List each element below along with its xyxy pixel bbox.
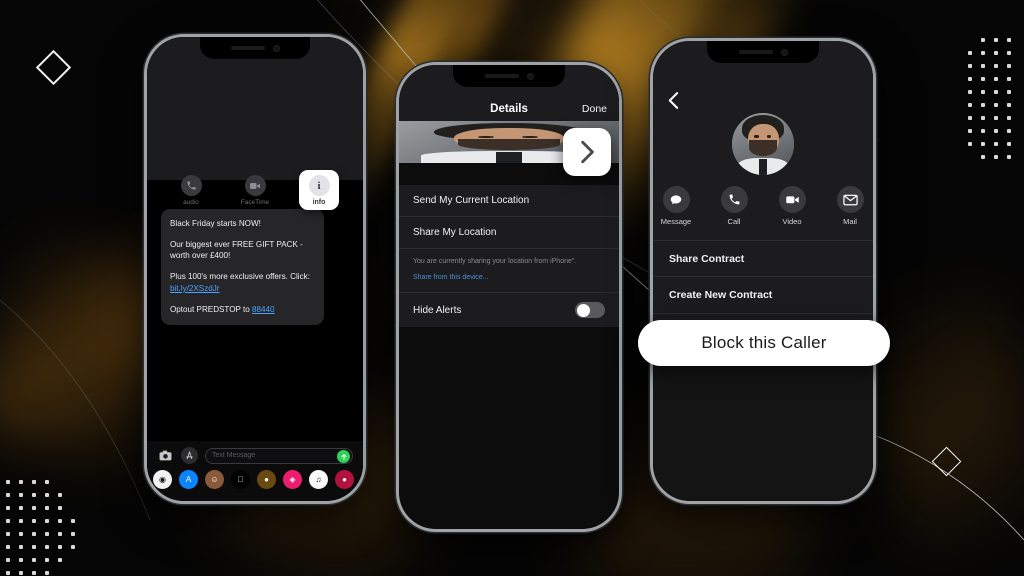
message-link[interactable]: bit.ly/2XSzdJr xyxy=(170,284,219,293)
app-store-app-icon[interactable]: A xyxy=(179,470,198,489)
share-contract-row[interactable]: Share Contract xyxy=(653,240,873,277)
phone-contact-card: Message Call Video Mail Share Contract C… xyxy=(650,38,876,504)
message-line-2: Our biggest ever FREE GIFT PACK - worth … xyxy=(170,239,303,261)
info-icon: i xyxy=(308,175,330,196)
camera-icon[interactable] xyxy=(157,447,174,464)
front-camera-icon xyxy=(780,48,788,56)
location-note: You are currently sharing your location … xyxy=(399,249,619,293)
video-icon xyxy=(244,175,266,196)
phone-icon xyxy=(180,175,202,196)
avatar xyxy=(399,121,619,163)
done-button[interactable]: Done xyxy=(582,103,607,115)
apple-pay-app-icon[interactable]:  xyxy=(231,470,250,489)
video-action-button[interactable]: Video xyxy=(771,186,814,226)
message-bubble[interactable]: Black Friday starts NOW! Our biggest eve… xyxy=(161,209,324,326)
imessage-app-drawer[interactable]: ◉ A ☺  ● ◈ ♫ ● xyxy=(153,470,363,489)
details-chevron-highlight[interactable] xyxy=(563,128,611,176)
memoji-app-icon[interactable]: ☺ xyxy=(205,470,224,489)
block-this-caller-label: Block this Caller xyxy=(701,333,827,352)
fitness-app-icon[interactable]: ● xyxy=(257,470,276,489)
share-my-location-row[interactable]: Share My Location xyxy=(399,217,619,249)
avatar[interactable] xyxy=(732,113,794,175)
contact-card-footer xyxy=(653,351,873,501)
video-glyph xyxy=(250,182,260,189)
chevron-right-icon xyxy=(581,140,594,164)
audio-call-button[interactable]: audio xyxy=(171,175,211,210)
phone1-composer-area: Text Message ◉ A ☺  ● ◈ ♫ ● xyxy=(147,441,363,501)
back-button[interactable] xyxy=(667,91,679,110)
video-camera-icon xyxy=(778,186,806,213)
message-line-4-text: Optout PREDSTOP to xyxy=(170,304,253,314)
mail-action-button[interactable]: Mail xyxy=(829,186,872,226)
call-action-label: Call xyxy=(727,217,741,226)
details-title: Details xyxy=(490,103,528,115)
send-current-location-row[interactable]: Send My Current Location xyxy=(399,185,619,217)
phone1-screen: Ethan Michael audio xyxy=(147,37,363,501)
info-label: info xyxy=(312,199,326,206)
phone-messages: Ethan Michael audio xyxy=(144,34,366,504)
composer-row: Text Message xyxy=(157,447,353,464)
location-note-text: You are currently sharing your location … xyxy=(413,258,577,265)
message-bubble-icon xyxy=(662,186,690,213)
message-line-1: Black Friday starts NOW! xyxy=(170,219,261,228)
video-camera-glyph xyxy=(785,196,799,204)
front-camera-icon xyxy=(526,72,534,80)
phone2-notch xyxy=(453,65,565,87)
speaker-grille xyxy=(484,74,519,78)
phone3-screen: Message Call Video Mail Share Contract C… xyxy=(653,41,873,501)
hide-alerts-toggle[interactable] xyxy=(575,302,605,318)
message-line-4: Optout PREDSTOP to 88440 xyxy=(170,304,315,316)
contact-photo xyxy=(732,113,794,175)
send-button[interactable] xyxy=(337,450,350,463)
more-app-icon[interactable]: ● xyxy=(335,470,354,489)
facetime-label: FaceTime xyxy=(240,199,270,206)
phone-details: Details Done Ethan Michael xyxy=(396,62,622,532)
share-from-this-device-link[interactable]: Share from this device... xyxy=(413,273,605,284)
facetime-button[interactable]: FaceTime xyxy=(235,175,275,210)
camera-glyph xyxy=(159,450,172,461)
phone-icon xyxy=(720,186,748,213)
screenshot-root: Ethan Michael audio xyxy=(0,0,1024,576)
audio-call-label: audio xyxy=(183,199,199,206)
music-app-icon[interactable]: ♫ xyxy=(309,470,328,489)
hide-alerts-label: Hide Alerts xyxy=(413,304,462,316)
speaker-grille xyxy=(230,46,265,50)
speaker-grille xyxy=(738,50,773,54)
phone-glyph xyxy=(186,181,196,190)
message-input[interactable]: Text Message xyxy=(205,447,353,464)
photos-app-icon[interactable]: ◉ xyxy=(153,470,172,489)
app-store-icon[interactable] xyxy=(181,447,198,464)
front-camera-icon xyxy=(272,44,280,52)
envelope-glyph xyxy=(842,194,858,205)
message-action-button[interactable]: Message xyxy=(655,186,698,226)
message-line-3: Plus 100's more exclusive offers. Click:… xyxy=(170,271,315,294)
message-shortcode-link[interactable]: 88440 xyxy=(252,305,275,314)
message-action-label: Message xyxy=(660,217,692,226)
message-input-placeholder: Text Message xyxy=(212,452,256,459)
envelope-icon xyxy=(836,186,864,213)
phone-glyph xyxy=(729,194,739,205)
details-list: Send My Current Location Share My Locati… xyxy=(399,185,619,327)
arrow-up-icon xyxy=(341,453,346,460)
contact-photo xyxy=(399,121,619,163)
call-action-button[interactable]: Call xyxy=(713,186,756,226)
contact-action-row: Message Call Video Mail xyxy=(653,186,873,226)
message-bubble-glyph xyxy=(670,194,682,204)
hide-alerts-row[interactable]: Hide Alerts xyxy=(399,293,619,327)
phone1-action-row: audio FaceTime i info xyxy=(147,170,363,210)
phone3-notch xyxy=(707,41,819,63)
images-app-icon[interactable]: ◈ xyxy=(283,470,302,489)
block-this-caller-callout[interactable]: Block this Caller xyxy=(638,320,890,366)
video-action-label: Video xyxy=(782,217,802,226)
app-store-glyph xyxy=(186,451,193,460)
chevron-left-icon xyxy=(668,92,679,109)
info-button[interactable]: i info xyxy=(299,170,339,210)
phone1-notch xyxy=(200,37,310,59)
message-line-3-text: Plus 100's more exclusive offers. Click: xyxy=(170,272,310,282)
create-new-contract-row[interactable]: Create New Contract xyxy=(653,277,873,314)
mail-action-label: Mail xyxy=(843,217,857,226)
